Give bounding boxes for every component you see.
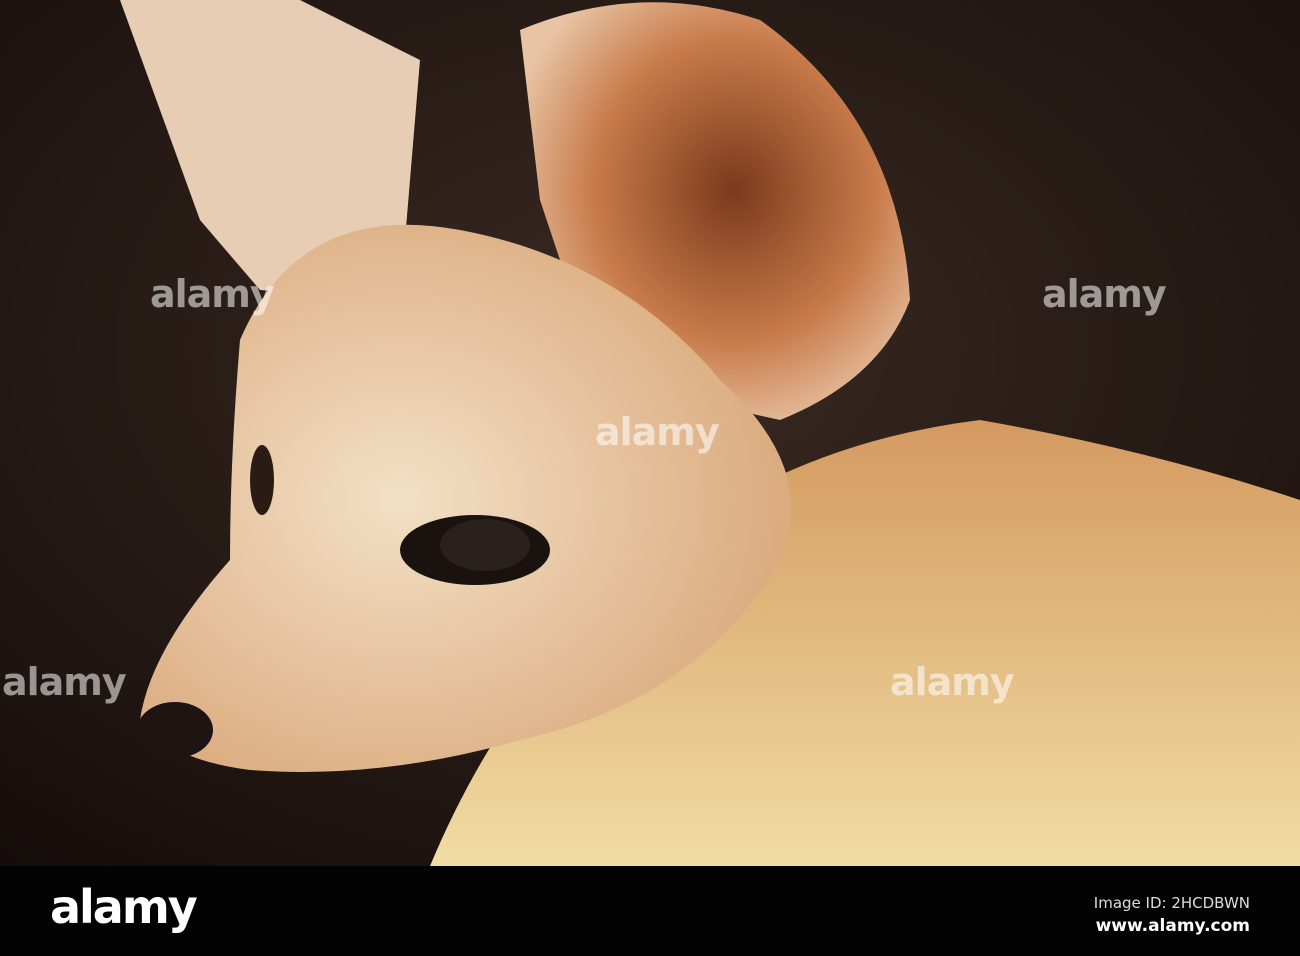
fox-nose bbox=[137, 702, 213, 758]
site-url: www.alamy.com bbox=[1095, 916, 1250, 936]
watermark: alamy bbox=[2, 660, 127, 704]
alamy-logo: alamy bbox=[50, 880, 198, 934]
footer-bar: alamy Image ID: 2HCDBWN www.alamy.com bbox=[0, 866, 1300, 956]
watermark: alamy bbox=[150, 272, 275, 316]
watermark: alamy bbox=[890, 660, 1015, 704]
watermark: alamy bbox=[595, 410, 720, 454]
watermark: alamy bbox=[1042, 272, 1167, 316]
stock-photo-page: alamy alamy alamy alamy alamy alamy Imag… bbox=[0, 0, 1300, 956]
image-id: Image ID: 2HCDBWN bbox=[1093, 894, 1250, 912]
